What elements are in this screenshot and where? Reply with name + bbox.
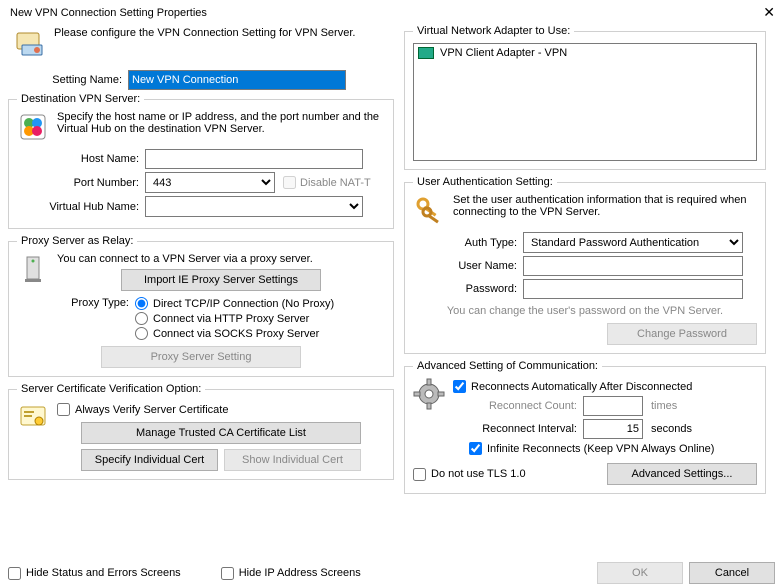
window-title: New VPN Connection Setting Properties bbox=[10, 7, 207, 19]
keys-icon bbox=[413, 194, 445, 226]
infinite-checkbox[interactable] bbox=[469, 442, 482, 455]
interval-label: Reconnect Interval: bbox=[453, 423, 583, 435]
always-verify-label: Always Verify Server Certificate bbox=[75, 404, 228, 416]
auth-desc: Set the user authentication information … bbox=[453, 194, 757, 226]
no-tls-checkbox[interactable] bbox=[413, 468, 426, 481]
server-globe-icon bbox=[17, 111, 49, 143]
always-verify-checkbox[interactable] bbox=[57, 403, 70, 416]
host-label: Host Name: bbox=[17, 153, 145, 165]
proxy-http-radio[interactable] bbox=[135, 312, 148, 325]
count-input bbox=[583, 396, 643, 416]
hide-status-checkbox[interactable] bbox=[8, 567, 21, 580]
specify-cert-button[interactable]: Specify Individual Cert bbox=[81, 449, 218, 471]
ok-button: OK bbox=[597, 562, 683, 584]
port-label: Port Number: bbox=[17, 177, 145, 189]
hide-status-label: Hide Status and Errors Screens bbox=[26, 567, 181, 579]
proxy-legend: Proxy Server as Relay: bbox=[17, 235, 137, 247]
import-ie-button[interactable]: Import IE Proxy Server Settings bbox=[121, 269, 321, 291]
proxy-socks-radio[interactable] bbox=[135, 327, 148, 340]
cancel-button[interactable]: Cancel bbox=[689, 562, 775, 584]
user-label: User Name: bbox=[413, 260, 523, 272]
host-input[interactable] bbox=[145, 149, 363, 169]
pass-input[interactable] bbox=[523, 279, 743, 299]
setting-name-label: Setting Name: bbox=[8, 74, 128, 86]
interval-unit: seconds bbox=[651, 423, 692, 435]
adapter-listbox[interactable]: VPN Client Adapter - VPN bbox=[413, 43, 757, 161]
proxy-type-label: Proxy Type: bbox=[17, 295, 135, 309]
hide-ip-checkbox[interactable] bbox=[221, 567, 234, 580]
close-icon[interactable]: ✕ bbox=[763, 4, 775, 21]
auth-type-select[interactable]: Standard Password Authentication bbox=[523, 232, 743, 253]
certificate-icon bbox=[17, 401, 49, 433]
gear-icon bbox=[413, 378, 445, 410]
user-input[interactable] bbox=[523, 256, 743, 276]
count-label: Reconnect Count: bbox=[453, 400, 583, 412]
hub-label: Virtual Hub Name: bbox=[17, 201, 145, 213]
proxy-socks-label: Connect via SOCKS Proxy Server bbox=[153, 328, 319, 340]
cert-legend: Server Certificate Verification Option: bbox=[17, 383, 205, 395]
advanced-settings-button[interactable]: Advanced Settings... bbox=[607, 463, 757, 485]
hide-ip-label: Hide IP Address Screens bbox=[239, 567, 361, 579]
disable-natt-checkbox bbox=[283, 176, 296, 189]
adapter-icon bbox=[418, 47, 434, 59]
reconnect-checkbox[interactable] bbox=[453, 380, 466, 393]
adapter-label: VPN Client Adapter - VPN bbox=[440, 47, 567, 59]
reconnect-label: Reconnects Automatically After Disconnec… bbox=[471, 381, 692, 393]
proxy-tower-icon bbox=[17, 253, 49, 285]
adapter-legend: Virtual Network Adapter to Use: bbox=[413, 25, 574, 37]
count-unit: times bbox=[651, 400, 677, 412]
auth-type-label: Auth Type: bbox=[413, 237, 523, 249]
port-select[interactable]: 443 bbox=[145, 172, 275, 193]
proxy-http-label: Connect via HTTP Proxy Server bbox=[153, 313, 309, 325]
adv-legend: Advanced Setting of Communication: bbox=[413, 360, 602, 372]
interval-input[interactable] bbox=[583, 419, 643, 439]
manage-ca-button[interactable]: Manage Trusted CA Certificate List bbox=[81, 422, 361, 444]
show-cert-button: Show Individual Cert bbox=[224, 449, 361, 471]
auth-legend: User Authentication Setting: bbox=[413, 176, 557, 188]
dest-legend: Destination VPN Server: bbox=[17, 93, 144, 105]
no-tls-label: Do not use TLS 1.0 bbox=[431, 468, 526, 480]
auth-hint: You can change the user's password on th… bbox=[413, 305, 757, 317]
disable-natt-label: Disable NAT-T bbox=[300, 177, 371, 189]
adapter-item[interactable]: VPN Client Adapter - VPN bbox=[416, 46, 754, 60]
proxy-setting-button: Proxy Server Setting bbox=[101, 346, 301, 368]
dest-desc: Specify the host name or IP address, and… bbox=[57, 111, 385, 143]
infinite-label: Infinite Reconnects (Keep VPN Always Onl… bbox=[487, 443, 714, 455]
hub-select[interactable] bbox=[145, 196, 363, 217]
intro-text: Please configure the VPN Connection Sett… bbox=[54, 27, 355, 39]
change-password-button: Change Password bbox=[607, 323, 757, 345]
proxy-direct-radio[interactable] bbox=[135, 297, 148, 310]
proxy-desc: You can connect to a VPN Server via a pr… bbox=[57, 253, 385, 265]
setting-name-input[interactable] bbox=[128, 70, 346, 90]
pass-label: Password: bbox=[413, 283, 523, 295]
proxy-direct-label: Direct TCP/IP Connection (No Proxy) bbox=[153, 298, 334, 310]
vpn-config-icon bbox=[14, 27, 46, 59]
